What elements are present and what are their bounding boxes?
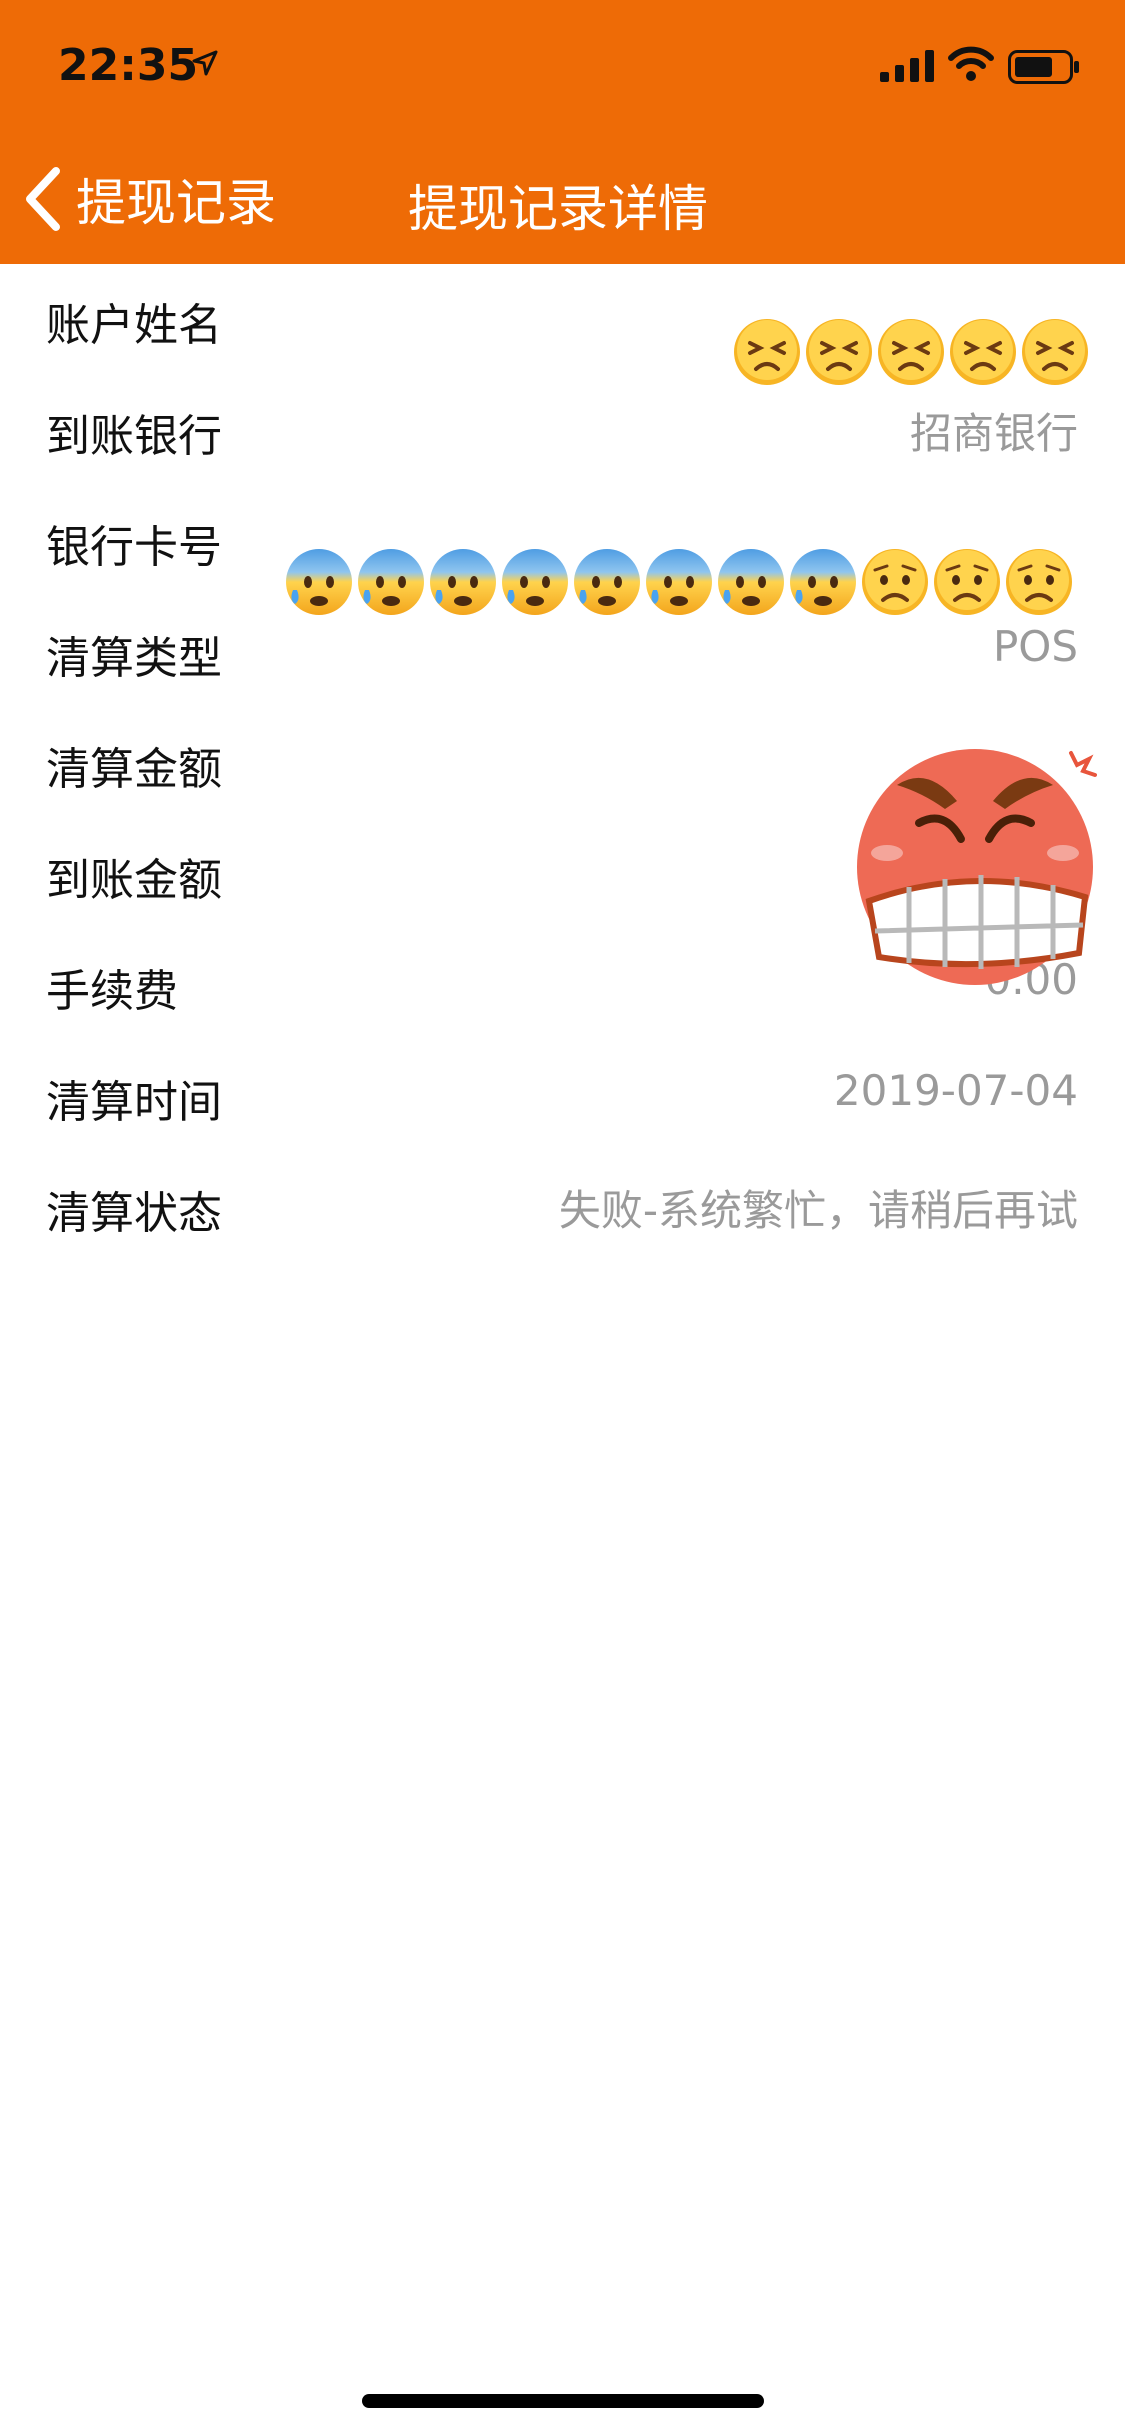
chevron-left-icon bbox=[26, 167, 60, 231]
header-bar: 22:35 提现记录 提现记录详情 bbox=[0, 0, 1125, 264]
row-label: 手续费 bbox=[46, 966, 178, 1017]
row-value: 失败-系统繁忙，请稍后再试 bbox=[558, 1186, 1078, 1235]
row-label: 到账金额 bbox=[46, 855, 222, 906]
persevering-face-icon bbox=[806, 319, 872, 385]
row-value: 2019-07-04 bbox=[833, 1066, 1078, 1115]
page-title: 提现记录详情 bbox=[408, 180, 708, 238]
back-button-label: 提现记录 bbox=[76, 174, 276, 232]
worried-face-icon bbox=[1006, 549, 1072, 615]
wifi-icon bbox=[948, 46, 994, 81]
row-label: 清算金额 bbox=[46, 744, 222, 795]
anxious-face-with-sweat-icon bbox=[358, 549, 424, 615]
status-time: 22:35 bbox=[58, 40, 199, 91]
persevering-face-icon bbox=[878, 319, 944, 385]
row-value: 招商银行 bbox=[909, 409, 1078, 458]
navigation-bar: 提现记录 提现记录详情 bbox=[0, 132, 1125, 264]
anxious-face-with-sweat-icon bbox=[718, 549, 784, 615]
persevering-face-icon bbox=[1022, 319, 1088, 385]
persevering-face-icon bbox=[734, 319, 800, 385]
row-label: 清算状态 bbox=[46, 1188, 222, 1239]
persevering-face-icon bbox=[950, 319, 1016, 385]
anxious-face-with-sweat-icon bbox=[790, 549, 856, 615]
row-settlement-time: 清算时间 2019-07-04 bbox=[0, 1041, 1125, 1152]
row-label: 银行卡号 bbox=[46, 522, 222, 573]
status-bar: 22:35 bbox=[0, 0, 1125, 132]
anxious-face-with-sweat-icon bbox=[502, 549, 568, 615]
battery-icon bbox=[1008, 50, 1079, 84]
worried-face-icon bbox=[934, 549, 1000, 615]
location-arrow-icon bbox=[192, 50, 218, 76]
angry-grimace-sticker-icon bbox=[857, 749, 1097, 985]
row-bank: 到账银行 招商银行 bbox=[0, 375, 1125, 486]
worried-face-icon bbox=[862, 549, 928, 615]
row-label: 到账银行 bbox=[46, 411, 222, 462]
home-indicator bbox=[362, 2394, 764, 2408]
row-label: 账户姓名 bbox=[46, 300, 222, 351]
back-button[interactable]: 提现记录 bbox=[22, 164, 276, 234]
anxious-face-with-sweat-icon bbox=[286, 549, 352, 615]
row-value: POS bbox=[992, 622, 1078, 671]
row-label: 清算时间 bbox=[46, 1077, 222, 1128]
anxious-face-with-sweat-icon bbox=[646, 549, 712, 615]
anxious-face-with-sweat-icon bbox=[574, 549, 640, 615]
anxious-face-with-sweat-icon bbox=[430, 549, 496, 615]
row-settlement-status: 清算状态 失败-系统繁忙，请稍后再试 bbox=[0, 1152, 1125, 1263]
row-label: 清算类型 bbox=[46, 633, 222, 684]
cellular-signal-icon bbox=[880, 50, 934, 82]
